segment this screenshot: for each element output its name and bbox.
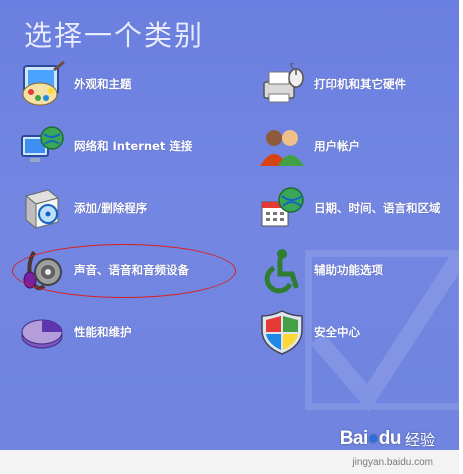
category-appearance[interactable]: 外观和主题 xyxy=(18,60,132,108)
category-date-time-language[interactable]: 日期、时间、语言和区域 xyxy=(258,184,441,232)
accessibility-icon xyxy=(264,249,299,294)
baidu-brand: 经验 xyxy=(404,431,435,449)
performance-icon xyxy=(21,319,63,349)
category-performance-maintenance[interactable]: 性能和维护 xyxy=(18,308,132,356)
baidu-logo-du: du xyxy=(378,428,402,449)
printer-icon xyxy=(263,63,304,103)
category-add-remove-programs[interactable]: 添加/删除程序 xyxy=(18,184,147,232)
paw-icon: ● xyxy=(367,428,379,449)
category-label: 安全中心 xyxy=(314,325,360,339)
category-label: 日期、时间、语言和区域 xyxy=(314,201,441,215)
network-icon xyxy=(21,126,64,162)
baidu-logo: Bai xyxy=(339,428,369,449)
watermark-url: jingyan.baidu.com xyxy=(352,457,433,468)
category-network-internet[interactable]: 网络和 Internet 连接 xyxy=(18,122,192,170)
programs-icon xyxy=(24,189,60,230)
category-label: 外观和主题 xyxy=(74,77,132,91)
baidu-watermark: Bai ● du 经验 xyxy=(340,428,435,450)
security-icon xyxy=(261,310,303,355)
category-accessibility-options[interactable]: 辅助功能选项 xyxy=(258,246,383,294)
category-label: 用户帐户 xyxy=(314,139,360,153)
category-label: 添加/删除程序 xyxy=(74,201,148,215)
date-time-icon xyxy=(261,187,304,227)
category-printers-hardware[interactable]: 打印机和其它硬件 xyxy=(258,60,406,108)
category-label: 辅助功能选项 xyxy=(314,263,383,277)
category-label: 网络和 Internet 连接 xyxy=(74,139,193,153)
highlight-ellipse xyxy=(12,244,236,298)
category-security-center[interactable]: 安全中心 xyxy=(258,308,360,356)
right-edge xyxy=(459,0,463,474)
control-panel: 选择一个类别 外观和主题 打印机和其它硬件 网络和 Internet 连接 用户… xyxy=(0,0,459,474)
category-user-accounts[interactable]: 用户帐户 xyxy=(258,122,360,170)
page-title: 选择一个类别 xyxy=(24,19,205,52)
appearance-icon xyxy=(22,60,65,106)
users-icon xyxy=(260,130,304,166)
category-label: 打印机和其它硬件 xyxy=(314,77,406,91)
category-label: 性能和维护 xyxy=(74,325,132,339)
